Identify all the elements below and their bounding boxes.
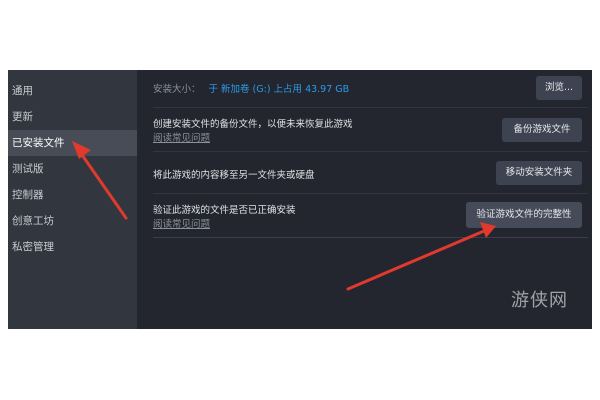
properties-sidebar: 通用 更新 已安装文件 测试版 控制器 创意工坊 私密管理 — [8, 70, 137, 329]
steam-properties-window: 通用 更新 已安装文件 测试版 控制器 创意工坊 私密管理 安装大小： 于 新加卷… — [8, 70, 592, 329]
sidebar-item-workshop[interactable]: 创意工坊 — [8, 208, 137, 234]
sidebar-item-general[interactable]: 通用 — [8, 78, 137, 104]
move-row: 将此游戏的内容移至另一文件夹或硬盘 移动安装文件夹 — [153, 152, 588, 194]
install-size-value: 于 新加卷 (G:) 上占用 43.97 GB — [208, 84, 350, 95]
verify-integrity-button[interactable]: 验证游戏文件的完整性 — [466, 202, 582, 228]
backup-row: 创建安装文件的备份文件，以便未来恢复此游戏 阅读常见问题 备份游戏文件 — [153, 108, 588, 152]
install-size-row: 安装大小： 于 新加卷 (G:) 上占用 43.97 GB 浏览... — [153, 70, 588, 108]
sidebar-item-betas[interactable]: 测试版 — [8, 156, 137, 182]
backup-faq-link[interactable]: 阅读常见问题 — [153, 130, 210, 144]
site-watermark: 游侠网 — [511, 290, 568, 311]
sidebar-item-updates[interactable]: 更新 — [8, 104, 137, 130]
verify-faq-link[interactable]: 阅读常见问题 — [153, 216, 210, 230]
install-size-text: 安装大小： 于 新加卷 (G:) 上占用 43.97 GB — [153, 81, 349, 95]
screenshot-canvas: 通用 更新 已安装文件 测试版 控制器 创意工坊 私密管理 安装大小： 于 新加卷… — [0, 0, 600, 400]
move-description: 将此游戏的内容移至另一文件夹或硬盘 — [153, 170, 315, 181]
verify-description: 验证此游戏的文件是否已正确安装 — [153, 205, 296, 216]
install-size-label: 安装大小： — [153, 84, 201, 95]
verify-row: 验证此游戏的文件是否已正确安装 阅读常见问题 验证游戏文件的完整性 — [153, 194, 588, 238]
move-install-folder-button[interactable]: 移动安装文件夹 — [496, 161, 582, 185]
sidebar-item-installed-files[interactable]: 已安装文件 — [8, 130, 137, 156]
sidebar-item-controller[interactable]: 控制器 — [8, 182, 137, 208]
browse-button[interactable]: 浏览... — [536, 76, 582, 100]
backup-game-files-button[interactable]: 备份游戏文件 — [502, 118, 582, 142]
backup-description: 创建安装文件的备份文件，以便未来恢复此游戏 — [153, 119, 353, 130]
sidebar-item-privacy[interactable]: 私密管理 — [8, 234, 137, 260]
